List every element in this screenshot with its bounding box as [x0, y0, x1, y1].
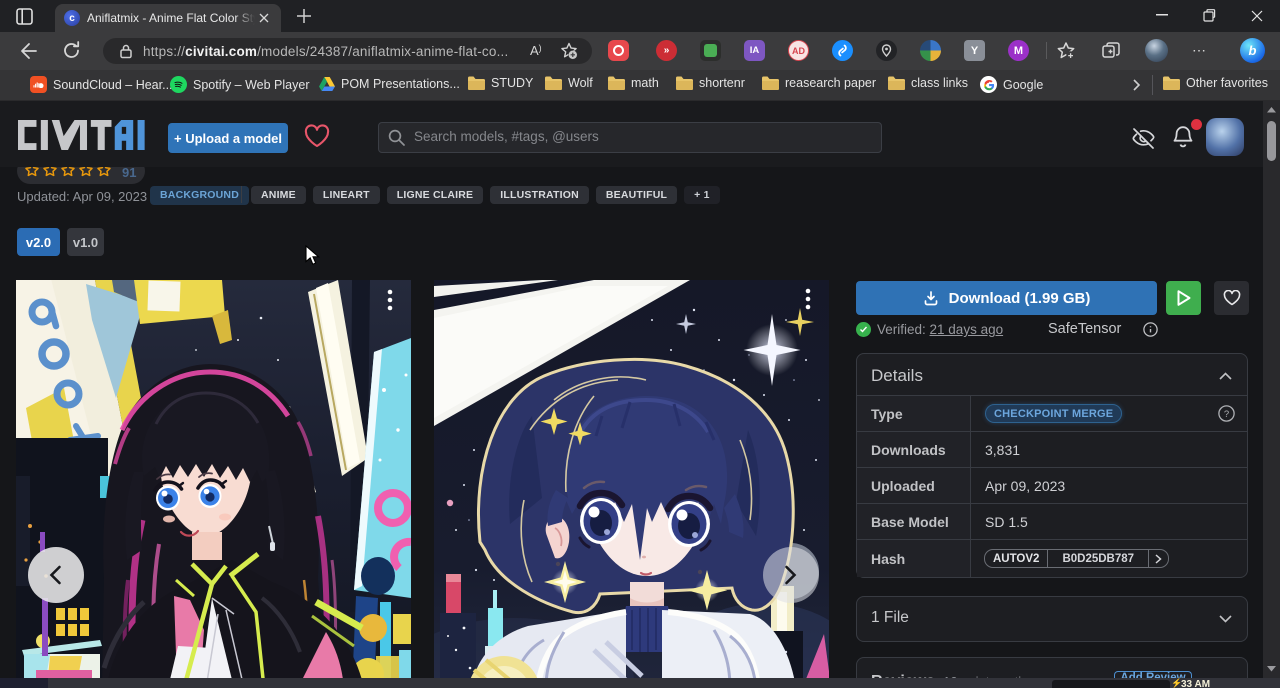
svg-text:?: ? [1224, 409, 1229, 420]
